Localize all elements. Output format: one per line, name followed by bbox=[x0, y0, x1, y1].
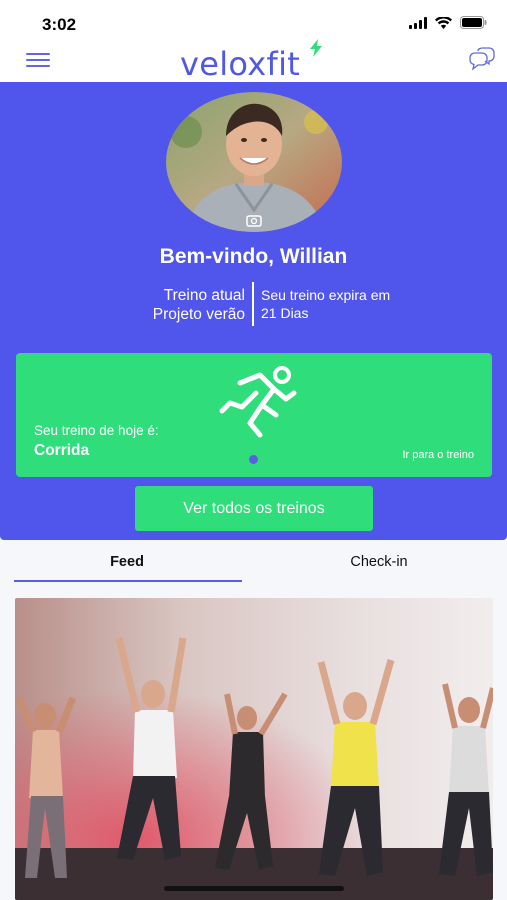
lightning-bolt-icon bbox=[310, 39, 322, 57]
feed-tabs: Feed Check-in bbox=[0, 540, 507, 590]
welcome-title: Bem-vindo, Willian bbox=[159, 245, 348, 268]
carousel-dot[interactable] bbox=[249, 455, 258, 464]
feed bbox=[0, 590, 507, 900]
tab-feed[interactable]: Feed bbox=[14, 554, 240, 570]
tab-check-in[interactable]: Check-in bbox=[266, 554, 492, 570]
chat-bubbles-icon[interactable] bbox=[469, 47, 495, 71]
current-plan-label: Treino atual bbox=[163, 287, 245, 304]
today-workout-label: Seu treino de hoje é: bbox=[34, 423, 159, 438]
battery-icon bbox=[460, 16, 487, 29]
today-workout-card[interactable]: Seu treino de hoje é: Corrida Ir para o … bbox=[16, 353, 492, 477]
home-indicator bbox=[164, 886, 344, 891]
logo-text: veloxfit bbox=[180, 45, 301, 83]
plan-expiry-label: Seu treino expira em bbox=[261, 287, 391, 303]
avatar-photo bbox=[166, 92, 342, 232]
running-person-icon bbox=[219, 366, 297, 438]
plan-divider bbox=[252, 282, 254, 326]
current-plan-value: Projeto verão bbox=[152, 306, 245, 323]
app-header: veloxfit bbox=[0, 39, 507, 83]
signal-icon bbox=[409, 16, 427, 29]
status-time: 3:02 bbox=[42, 15, 77, 34]
plan-expiry-value: 21 Dias bbox=[261, 305, 309, 321]
dance-class-photo bbox=[15, 598, 493, 900]
profile-hero: Bem-vindo, Willian Treino atual Projeto … bbox=[0, 82, 507, 540]
status-icons bbox=[409, 16, 487, 29]
avatar[interactable] bbox=[166, 92, 342, 232]
view-all-workouts-button[interactable]: Ver todos os treinos bbox=[135, 486, 373, 531]
plan-expiry: Seu treino expira em 21 Dias bbox=[261, 286, 390, 322]
feed-post-image[interactable] bbox=[15, 598, 493, 900]
hamburger-menu-icon[interactable] bbox=[26, 53, 50, 69]
wifi-icon bbox=[435, 16, 452, 29]
veloxfit-logo: veloxfit bbox=[180, 39, 330, 83]
active-tab-indicator bbox=[14, 580, 242, 582]
today-workout-value: Corrida bbox=[34, 442, 90, 459]
status-bar: 3:02 bbox=[0, 0, 507, 44]
current-plan: Treino atual Projeto verão bbox=[153, 286, 245, 324]
go-to-workout-link[interactable]: Ir para o treino bbox=[402, 449, 474, 461]
